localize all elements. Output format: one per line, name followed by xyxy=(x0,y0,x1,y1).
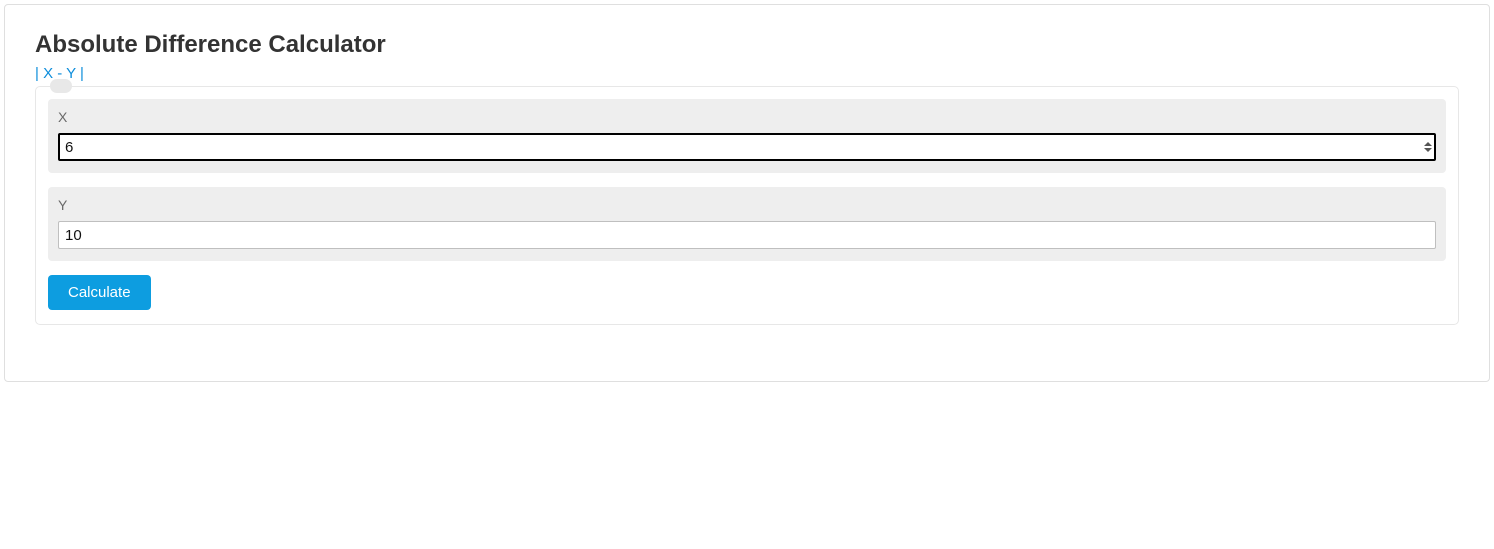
spinner-up-icon xyxy=(1424,142,1432,146)
calculate-button[interactable]: Calculate xyxy=(48,275,151,310)
x-input[interactable] xyxy=(58,133,1436,161)
panel-toggle-indicator xyxy=(50,79,72,93)
y-input-wrap xyxy=(58,221,1436,249)
calculator-card: Absolute Difference Calculator | X - Y |… xyxy=(4,4,1490,382)
y-field-block: Y xyxy=(48,187,1446,261)
page-title: Absolute Difference Calculator xyxy=(35,31,1459,59)
input-panel: X Y Calculate xyxy=(35,86,1459,325)
x-input-wrap xyxy=(58,133,1436,161)
x-field-block: X xyxy=(48,99,1446,173)
x-spinner[interactable] xyxy=(1424,142,1432,152)
spinner-down-icon xyxy=(1424,148,1432,152)
x-label: X xyxy=(58,109,1436,125)
y-input[interactable] xyxy=(58,221,1436,249)
y-label: Y xyxy=(58,197,1436,213)
